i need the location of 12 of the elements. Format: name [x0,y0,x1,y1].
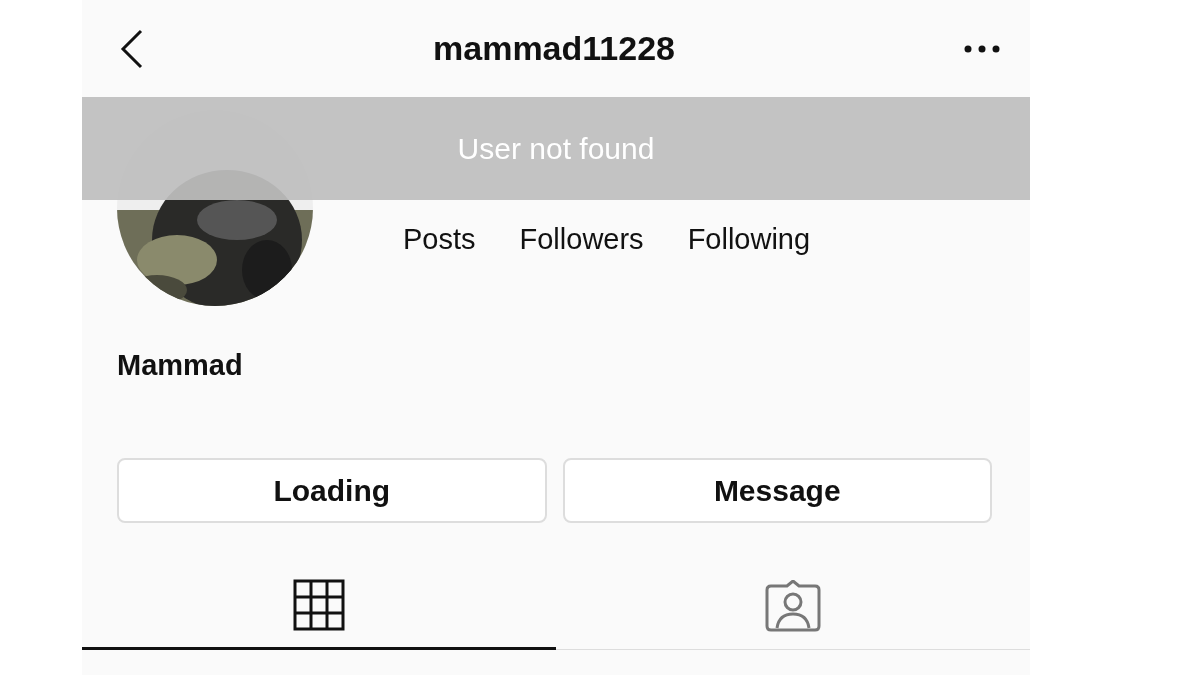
stat-label[interactable]: Followers [519,218,644,262]
stat-label[interactable]: Posts [403,218,476,262]
back-icon[interactable] [120,28,144,69]
more-options-icon[interactable] [964,44,1000,53]
person-tag-icon [765,579,821,632]
profile-button[interactable]: Loading [117,457,547,523]
toast-message: User not found [457,131,655,167]
profile-username: mammad11228 [433,28,675,69]
grid-icon [293,578,345,631]
profile-name: Mammad [117,348,244,383]
profile-button[interactable]: Message [562,457,992,523]
stat-label[interactable]: Following [687,218,811,262]
